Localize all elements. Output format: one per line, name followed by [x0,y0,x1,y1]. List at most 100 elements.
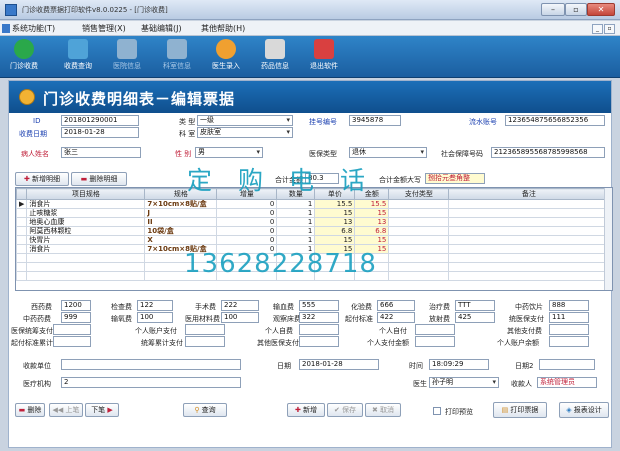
gender-select[interactable]: 男 [195,147,263,158]
cell-price[interactable]: 13 [314,217,356,227]
table-row[interactable]: ▶ 消食片 7×10cm×8贴/盒 0 1 15.5 15.5 [16,199,610,209]
table-row[interactable]: 地奥心血康 II 0 1 13 13 [16,217,610,227]
minimize-button[interactable]: – [541,3,565,16]
mdi-minimize-button[interactable]: _ [592,24,603,34]
cell-qty[interactable]: 1 [276,217,316,227]
date-field[interactable]: 2018-01-28 [61,127,139,138]
cell-qty[interactable]: 1 [276,208,316,218]
pay-field-5[interactable] [53,336,91,347]
cell-inc[interactable]: 0 [216,226,278,236]
cell-spec[interactable]: X [144,235,218,245]
herbal-piece-field[interactable]: 888 [549,300,589,311]
observe-bed-field[interactable]: 322 [299,312,339,323]
col-header-item[interactable]: 项目规格 [26,188,146,200]
insurance-type-select[interactable]: 退休 [349,147,427,158]
oxygen-field[interactable]: 100 [137,312,173,323]
pay-field-6[interactable] [185,336,225,347]
cell-spec[interactable]: J [144,208,218,218]
lab-field[interactable]: 666 [377,300,415,311]
mdi-restore-button[interactable]: ▫ [604,24,615,34]
col-header-pay[interactable]: 支付类型 [388,188,450,200]
cell-pay[interactable] [388,235,450,245]
surgery-field[interactable]: 222 [221,300,259,311]
name-field[interactable]: 张三 [61,147,141,158]
cell-pay[interactable] [388,217,450,227]
cell-note[interactable] [448,217,610,227]
treatment-field[interactable]: TTT [455,300,495,311]
toolbar-dept-button[interactable]: 科室信息 [155,39,199,76]
pay-field-1[interactable] [185,324,225,335]
cn-drug-field[interactable]: 999 [61,312,91,323]
pay-field-0[interactable] [53,324,91,335]
grid-scrollbar[interactable] [604,188,612,290]
institution-field[interactable]: 2 [61,377,241,388]
cell-pay[interactable] [388,244,450,254]
total-upper-field[interactable]: 捌拾元叁角整 [425,173,485,184]
table-row[interactable]: 快胃片 X 0 1 15 15 [16,235,610,245]
maximize-button[interactable]: ▫ [565,3,587,16]
cell-inc[interactable]: 0 [216,208,278,218]
add-button[interactable]: ✚ 新增 [287,403,325,417]
regno-field[interactable]: 3945878 [349,115,401,126]
cell-inc[interactable]: 0 [216,199,278,209]
cell-price[interactable]: 6.8 [314,226,356,236]
cell-price[interactable]: 15.5 [314,199,356,209]
bottom-date-field[interactable]: 2018-01-28 [299,359,379,370]
cell-amount[interactable]: 15 [354,235,390,245]
cell-amount[interactable]: 15 [354,208,390,218]
save-button[interactable]: ✔ 保存 [327,403,363,417]
cell-note[interactable] [448,244,610,254]
cell-item[interactable]: 快胃片 [26,235,146,245]
cell-spec[interactable]: 7×10cm×8贴/盒 [144,199,218,209]
pay-field-4[interactable] [549,324,589,335]
unit-field[interactable] [61,359,241,370]
next-button[interactable]: 下笔 ▶ [85,403,119,417]
toolbar-billing-button[interactable]: 门诊收费 [2,39,46,76]
menu-system[interactable]: 系统功能(T) [12,23,55,34]
query-button[interactable]: ⚲ 查询 [183,403,227,417]
cell-price[interactable]: 15 [314,208,356,218]
menu-help[interactable]: 其他帮助(H) [201,23,245,34]
toolbar-query-button[interactable]: 收费查询 [56,39,100,76]
cell-note[interactable] [448,235,610,245]
prev-button[interactable]: ◀◀ 上笔 [49,403,83,417]
table-row[interactable]: 止咳糖浆 J 0 1 15 15 [16,208,610,218]
menu-basic-edit[interactable]: 基础编辑(J) [141,23,182,34]
cashier-field[interactable]: 系统管理员 [537,377,597,388]
cell-inc[interactable]: 0 [216,217,278,227]
toolbar-medicine-button[interactable]: 药品信息 [253,39,297,76]
close-button[interactable]: ✕ [587,3,615,16]
add-detail-button[interactable]: ✚ 新增明细 [15,172,69,186]
print-preview-checkbox[interactable] [433,407,441,415]
menu-sales[interactable]: 销售管理(X) [82,23,126,34]
date2-field[interactable] [539,359,595,370]
cell-item[interactable]: 地奥心血康 [26,217,146,227]
radiation-field[interactable]: 425 [455,312,495,323]
west-drug-field[interactable]: 1200 [61,300,91,311]
toolbar-hospital-button[interactable]: 医院信息 [105,39,149,76]
col-header-note[interactable]: 备注 [448,188,610,200]
cancel-button[interactable]: ✖ 取消 [365,403,401,417]
cell-qty[interactable]: 1 [276,235,316,245]
cell-item[interactable]: 消食片 [26,244,146,254]
cell-inc[interactable]: 0 [216,235,278,245]
pay-field-9[interactable] [549,336,589,347]
delete-button[interactable]: ▬ 删除 [15,403,45,417]
toolbar-doctor-button[interactable]: 医生录入 [204,39,248,76]
cell-spec[interactable]: II [144,217,218,227]
cell-price[interactable]: 15 [314,235,356,245]
type-select[interactable]: 一级 [197,115,293,126]
cell-item[interactable]: 消食片 [26,199,146,209]
cell-spec[interactable]: 10袋/盒 [144,226,218,236]
cell-amount[interactable]: 13 [354,217,390,227]
report-design-button[interactable]: ◈ 报表设计 [559,402,609,418]
cell-pay[interactable] [388,226,450,236]
material-field[interactable]: 100 [221,312,259,323]
cell-note[interactable] [448,226,610,236]
cell-item[interactable]: 止咳糖浆 [26,208,146,218]
threshold-field[interactable]: 422 [377,312,415,323]
doctor-select[interactable]: 孙子明 [429,377,499,388]
cell-item[interactable]: 阿莫西林颗粒 [26,226,146,236]
pay-field-2[interactable] [299,324,339,335]
dept-select[interactable]: 皮肤室 [197,127,293,138]
